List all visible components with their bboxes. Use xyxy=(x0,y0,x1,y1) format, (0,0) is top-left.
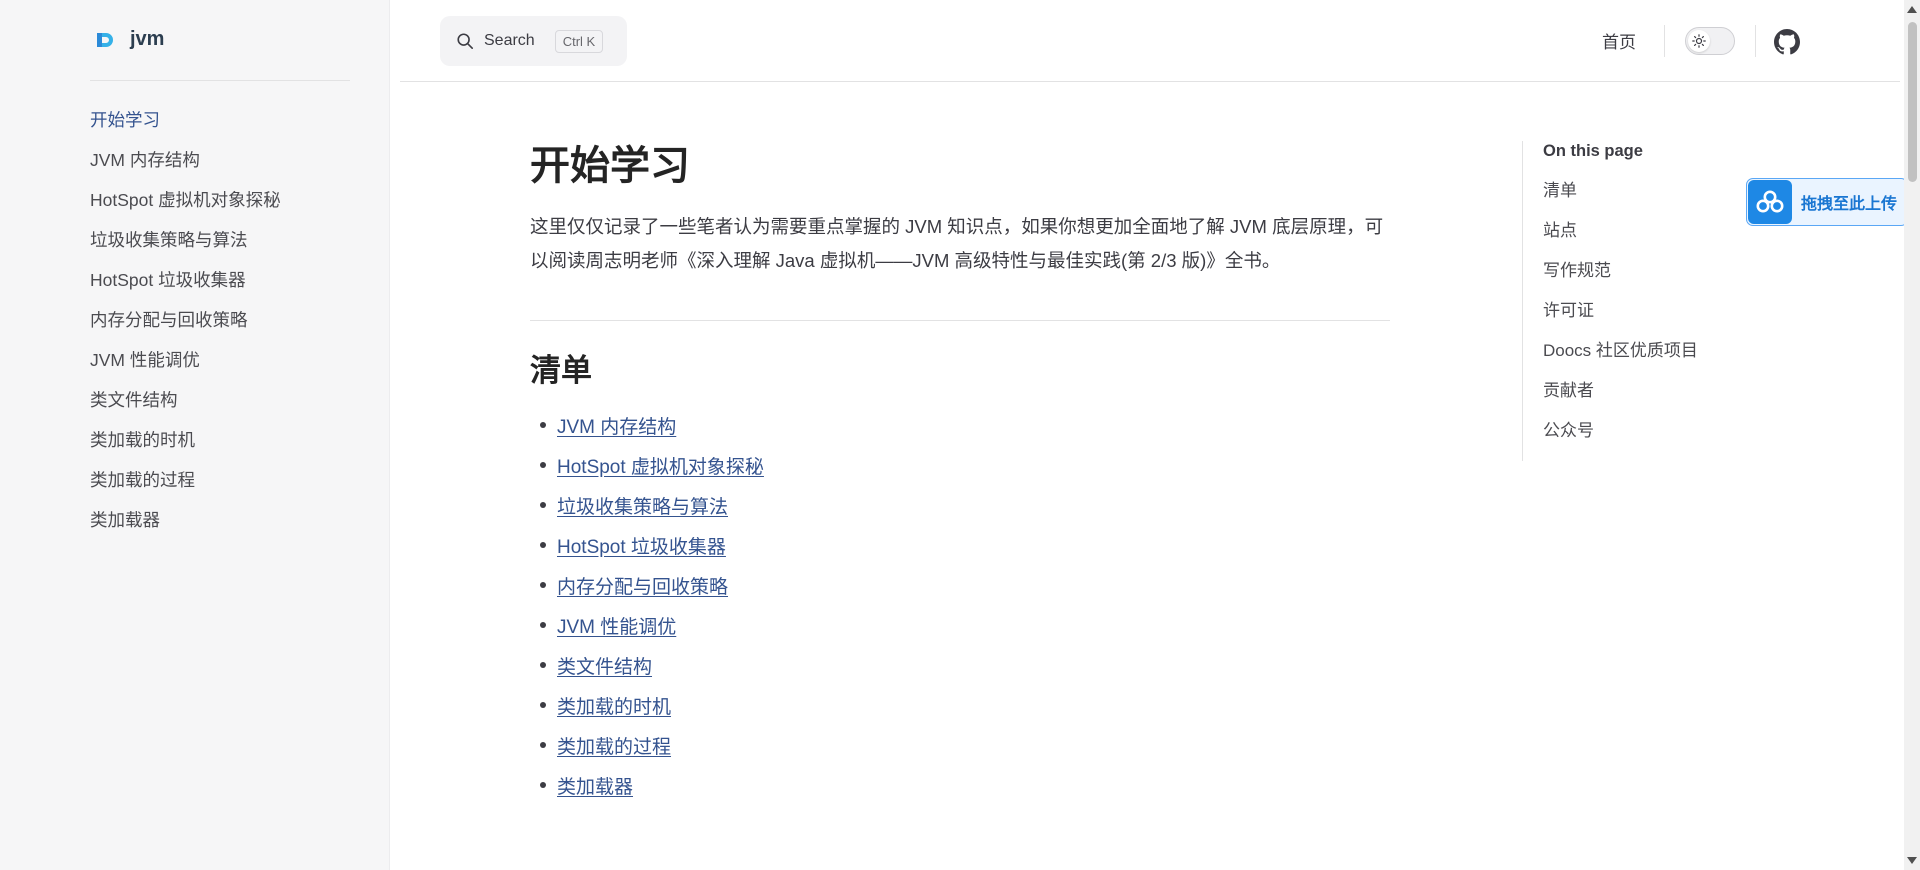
section-title-list: 清单 xyxy=(530,353,592,388)
list-link[interactable]: 类文件结构 xyxy=(557,652,652,679)
nav-divider xyxy=(1755,25,1756,57)
sidebar-item-getting-started[interactable]: 开始学习 xyxy=(90,100,281,140)
sidebar-item-jvm-memory[interactable]: JVM 内存结构 xyxy=(90,140,281,180)
top-navbar: Search Ctrl K 首页 xyxy=(400,0,1900,82)
sidebar-item-hotspot-objects[interactable]: HotSpot 虚拟机对象探秘 xyxy=(90,180,281,220)
bullet xyxy=(540,622,546,628)
intro-paragraph: 这里仅仅记录了一些笔者认为需要重点掌握的 JVM 知识点，如果你想更加全面地了解… xyxy=(530,216,1384,271)
outline-item-sites[interactable]: 站点 xyxy=(1543,211,1698,251)
list-link[interactable]: JVM 内存结构 xyxy=(557,412,676,439)
sidebar-nav: 开始学习 JVM 内存结构 HotSpot 虚拟机对象探秘 垃圾收集策略与算法 … xyxy=(90,100,281,540)
content-list: JVM 内存结构 HotSpot 虚拟机对象探秘 垃圾收集策略与算法 HotSp… xyxy=(530,405,1390,805)
toggle-knob xyxy=(1688,30,1710,52)
sun-icon xyxy=(1692,34,1706,48)
drag-upload-widget[interactable]: 拖拽至此上传 xyxy=(1746,178,1908,226)
outline-item-writing-guide[interactable]: 写作规范 xyxy=(1543,251,1698,291)
list-link[interactable]: 类加载器 xyxy=(557,772,633,799)
github-icon[interactable] xyxy=(1774,29,1800,55)
upload-label: 拖拽至此上传 xyxy=(1801,196,1898,213)
scroll-down-arrow-icon[interactable] xyxy=(1907,857,1917,864)
bullet xyxy=(540,742,546,748)
content-divider xyxy=(530,320,1390,321)
search-button[interactable]: Search Ctrl K xyxy=(440,16,627,66)
sidebar-item-class-file[interactable]: 类文件结构 xyxy=(90,380,281,420)
sidebar: jvm 开始学习 JVM 内存结构 HotSpot 虚拟机对象探秘 垃圾收集策略… xyxy=(0,0,390,870)
list-item: 类加载器 xyxy=(530,765,1390,805)
list-item: 类文件结构 xyxy=(530,645,1390,685)
list-item: JVM 内存结构 xyxy=(530,405,1390,445)
cloud-icon xyxy=(1748,180,1792,224)
list-link[interactable]: HotSpot 虚拟机对象探秘 xyxy=(557,452,764,479)
sidebar-item-class-loading-process[interactable]: 类加载的过程 xyxy=(90,460,281,500)
outline-item-wechat[interactable]: 公众号 xyxy=(1543,411,1698,451)
brand[interactable]: jvm xyxy=(96,28,164,51)
bullet xyxy=(540,702,546,708)
bullet xyxy=(540,422,546,428)
bullet xyxy=(540,662,546,668)
outline-title: On this page xyxy=(1543,142,1643,160)
list-item: 内存分配与回收策略 xyxy=(530,565,1390,605)
search-shortcut-badge: Ctrl K xyxy=(554,29,604,53)
sidebar-item-memory-allocation[interactable]: 内存分配与回收策略 xyxy=(90,300,281,340)
list-link[interactable]: JVM 性能调优 xyxy=(557,612,676,639)
scroll-thumb[interactable] xyxy=(1908,22,1917,182)
list-link[interactable]: 类加载的时机 xyxy=(557,692,671,719)
nav-home-link[interactable]: 首页 xyxy=(1602,28,1636,53)
list-item: HotSpot 虚拟机对象探秘 xyxy=(530,445,1390,485)
list-link[interactable]: HotSpot 垃圾收集器 xyxy=(557,532,726,559)
list-item: 类加载的时机 xyxy=(530,685,1390,725)
theme-toggle[interactable] xyxy=(1685,27,1735,55)
list-item: 类加载的过程 xyxy=(530,725,1390,765)
page-outline: On this page 清单 站点 写作规范 许可证 Doocs 社区优质项目… xyxy=(1522,141,1698,461)
sidebar-item-class-loader[interactable]: 类加载器 xyxy=(90,500,281,540)
bullet xyxy=(540,782,546,788)
search-label: Search xyxy=(484,32,535,49)
sidebar-item-class-loading-timing[interactable]: 类加载的时机 xyxy=(90,420,281,460)
sidebar-item-jvm-tuning[interactable]: JVM 性能调优 xyxy=(90,340,281,380)
list-link[interactable]: 类加载的过程 xyxy=(557,732,671,759)
outline-item-doocs-projects[interactable]: Doocs 社区优质项目 xyxy=(1543,331,1698,371)
list-item: HotSpot 垃圾收集器 xyxy=(530,525,1390,565)
bullet xyxy=(540,542,546,548)
bullet xyxy=(540,462,546,468)
doocs-logo-icon xyxy=(97,32,113,47)
nav-divider xyxy=(1664,25,1665,57)
sidebar-item-gc-algorithms[interactable]: 垃圾收集策略与算法 xyxy=(90,220,281,260)
list-link[interactable]: 内存分配与回收策略 xyxy=(557,572,728,599)
list-link[interactable]: 垃圾收集策略与算法 xyxy=(557,492,728,519)
search-icon xyxy=(457,33,474,50)
outline-item-list[interactable]: 清单 xyxy=(1543,171,1698,211)
list-item: 垃圾收集策略与算法 xyxy=(530,485,1390,525)
sidebar-divider xyxy=(90,80,350,81)
page-title: 开始学习 xyxy=(530,144,690,188)
scroll-up-arrow-icon[interactable] xyxy=(1907,6,1917,13)
brand-title: jvm xyxy=(130,28,165,50)
main-content: 开始学习 这里仅仅记录了一些笔者认为需要重点掌握的 JVM 知识点，如果你想更加… xyxy=(530,140,1390,805)
bullet xyxy=(540,582,546,588)
outline-item-license[interactable]: 许可证 xyxy=(1543,291,1698,331)
bullet xyxy=(540,502,546,508)
page-scrollbar[interactable] xyxy=(1904,0,1920,870)
sidebar-item-hotspot-gc[interactable]: HotSpot 垃圾收集器 xyxy=(90,260,281,300)
outline-item-contributors[interactable]: 贡献者 xyxy=(1543,371,1698,411)
list-item: JVM 性能调优 xyxy=(530,605,1390,645)
